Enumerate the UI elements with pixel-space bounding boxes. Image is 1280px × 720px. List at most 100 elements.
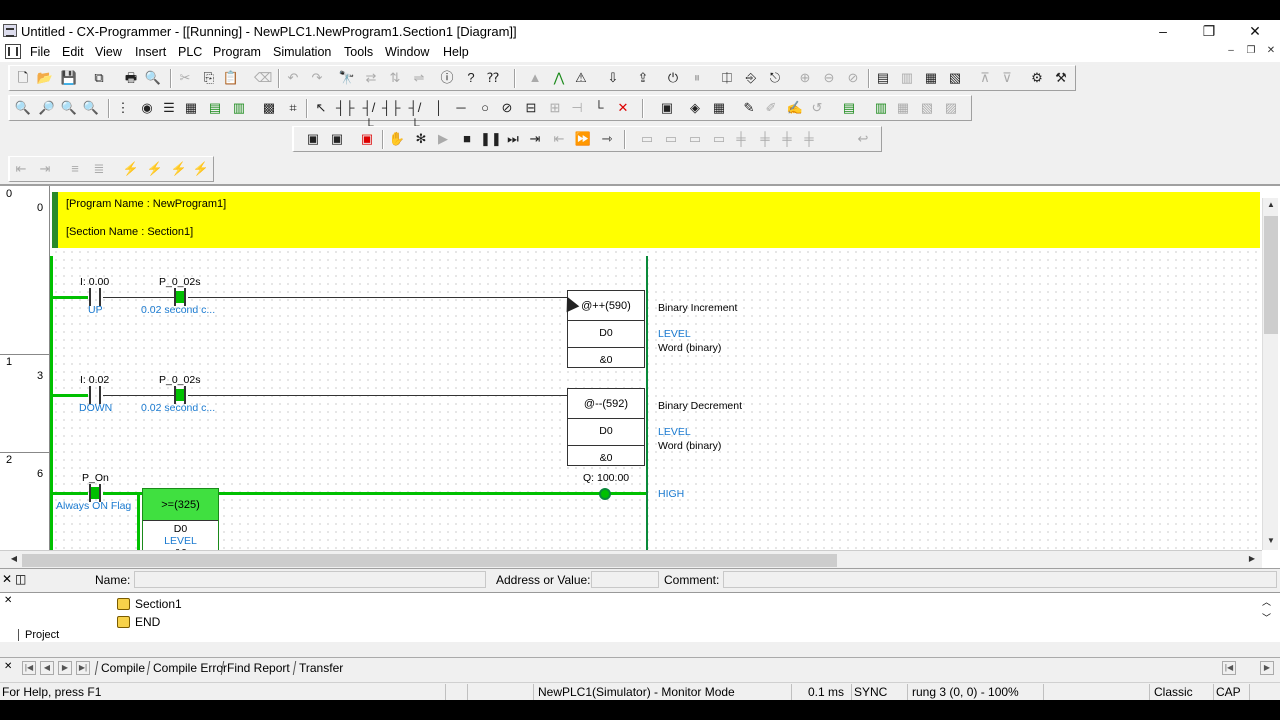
library-icon[interactable]: ◈ (686, 99, 704, 117)
comment-field[interactable] (723, 571, 1277, 588)
tab-find-report[interactable]: Find Report (220, 661, 295, 675)
output-scroll-left-icon[interactable]: |◀ (1222, 661, 1236, 675)
indent-icon[interactable]: ⇥ (36, 160, 54, 178)
sim-pause-run-icon[interactable]: ❚❚ (480, 130, 502, 148)
menu-program[interactable]: Program (213, 45, 261, 59)
properties-icon[interactable]: ▨ (942, 99, 960, 117)
select-icon[interactable]: ↖ (312, 99, 330, 117)
replace-icon[interactable]: ⇄ (362, 69, 380, 87)
memory-icon[interactable]: ▦ (922, 69, 940, 87)
context-help-icon[interactable]: ⁇ (484, 69, 502, 87)
ladder-icon[interactable]: ⌗ (284, 99, 302, 117)
toggle-breakpoint-icon[interactable]: ▭ (710, 130, 728, 148)
return-icon[interactable]: ↩ (854, 130, 872, 148)
show-comments-icon[interactable]: ◉ (138, 99, 156, 117)
help-icon[interactable]: ? (462, 69, 480, 87)
jump-prev-icon[interactable]: ⚡ (170, 160, 188, 178)
scroll-right-icon[interactable]: ▶ (1244, 554, 1260, 563)
contact-p-0-02s[interactable] (174, 288, 186, 306)
tab-compile-error[interactable]: Compile Error (146, 661, 233, 675)
tab-transfer[interactable]: Transfer (292, 661, 349, 675)
contact-down[interactable] (89, 386, 101, 404)
new-closed-contact-icon[interactable]: ┤/├ (360, 99, 378, 133)
tab-compile[interactable]: Compile (94, 661, 151, 675)
horizontal-scroll-thumb[interactable] (22, 554, 837, 567)
restore-button[interactable]: ❐ (1186, 20, 1232, 42)
paste-icon[interactable]: 📋 (222, 69, 240, 87)
task-view-icon[interactable]: ▤ (840, 99, 858, 117)
print-icon[interactable]: 🖶 (122, 69, 140, 87)
monitor-icon[interactable]: ▦ (182, 99, 200, 117)
address-field[interactable] (591, 571, 659, 588)
redo-icon[interactable]: ↷ (308, 69, 326, 87)
coil-high[interactable] (599, 488, 611, 500)
first-tab-icon[interactable]: |◀ (22, 661, 36, 675)
step-out-icon[interactable]: ⇤ (550, 130, 568, 148)
new-coil-icon[interactable]: ○ (476, 99, 494, 117)
decrement-instruction[interactable]: @--(592) D0 &0 (567, 388, 645, 466)
address-ref-icon[interactable]: ▧ (918, 99, 936, 117)
send-edit-icon[interactable]: ✍ (786, 99, 804, 117)
compare-icon[interactable]: ⧉ (90, 69, 108, 87)
align-right-icon[interactable]: ≣ (90, 160, 108, 178)
new-or-contact-icon[interactable]: ┤├ (382, 99, 400, 117)
menu-insert[interactable]: Insert (135, 45, 166, 59)
zoom-in-icon[interactable]: 🔎 (38, 99, 56, 117)
sim-stop-run-icon[interactable]: ■ (458, 130, 476, 148)
cross-ref-view-icon[interactable]: ▦ (894, 99, 912, 117)
cross-ref-icon[interactable]: ⇌ (410, 69, 428, 87)
tree-scroll-down-icon[interactable]: ﹀ (1262, 611, 1271, 624)
program-check-icon[interactable]: ⎆ (742, 69, 760, 87)
menu-plc[interactable]: PLC (178, 45, 202, 59)
menu-simulation[interactable]: Simulation (273, 45, 331, 59)
scroll-down-icon[interactable]: ▼ (1263, 536, 1279, 545)
menu-help[interactable]: Help (443, 45, 469, 59)
increment-instruction[interactable]: @++(590) D0 &0 (567, 290, 645, 368)
output-scroll-right-icon[interactable]: ▶ (1260, 661, 1274, 675)
run-mode-icon[interactable]: ⏻ (664, 69, 682, 87)
clear-all-breakpoints-icon[interactable]: ▭ (686, 130, 704, 148)
new-closed-coil-icon[interactable]: ⊘ (498, 99, 516, 117)
vertical-scroll-thumb[interactable] (1264, 216, 1278, 334)
menu-edit[interactable]: Edit (62, 45, 84, 59)
menu-file[interactable]: File (30, 45, 50, 59)
menu-view[interactable]: View (95, 45, 122, 59)
compare-program-icon[interactable]: ⎅ (718, 69, 736, 87)
delete-icon[interactable]: ⌫ (254, 69, 272, 87)
jump-clear-icon[interactable]: ⚡ (192, 160, 210, 178)
contact-p-on[interactable] (89, 484, 101, 502)
tree-item-end[interactable]: END (135, 615, 160, 629)
contact-up[interactable] (89, 288, 101, 306)
scan-run-icon[interactable]: ⇾ (598, 130, 616, 148)
work-online-icon[interactable]: ▲ (526, 69, 544, 87)
grid-icon[interactable]: ⋮ (114, 99, 132, 117)
io-break-icon[interactable]: ╪ (732, 130, 750, 148)
instruction-list-icon[interactable]: ▦ (710, 99, 728, 117)
io-break-all-icon[interactable]: ╪ (800, 130, 818, 148)
sim-bug-icon[interactable]: ✻ (412, 130, 430, 148)
close-workspace-icon[interactable]: ✕ (4, 595, 12, 606)
zoom-fit-icon[interactable]: 🔍 (82, 99, 100, 117)
vertical-scrollbar[interactable]: ▲ ▼ (1262, 198, 1278, 550)
save-icon[interactable]: 💾 (60, 69, 78, 87)
tree-scroll-up-icon[interactable]: ︿ (1262, 595, 1271, 608)
find-usage-icon[interactable]: ⇅ (386, 69, 404, 87)
mdi-document-icon[interactable] (5, 44, 21, 59)
pane-grip-icon[interactable]: ◫ (15, 572, 26, 586)
cut-icon[interactable]: ✂ (176, 69, 194, 87)
sim-stop-icon[interactable]: ▣ (358, 130, 376, 148)
next-tab-icon[interactable]: ▶ (58, 661, 72, 675)
close-output-icon[interactable]: ✕ (4, 661, 12, 672)
clear-breakpoint-icon[interactable]: ▭ (662, 130, 680, 148)
copy-icon[interactable]: ⎘ (200, 69, 218, 87)
close-pane-icon[interactable]: ✕ (2, 572, 12, 586)
diff-monitor-icon[interactable]: ⊼ (976, 69, 994, 87)
sim-run-icon[interactable]: ▶ (434, 130, 452, 148)
prev-tab-icon[interactable]: ◀ (40, 661, 54, 675)
outdent-icon[interactable]: ⇤ (12, 160, 30, 178)
io-table-icon[interactable]: ⚒ (1052, 69, 1070, 87)
step-run-icon[interactable]: ⏭ (504, 130, 522, 148)
find-icon[interactable]: 🔭 (338, 69, 356, 87)
tree-item-section1[interactable]: Section1 (135, 597, 182, 611)
mnemonic-icon[interactable]: ▩ (260, 99, 278, 117)
